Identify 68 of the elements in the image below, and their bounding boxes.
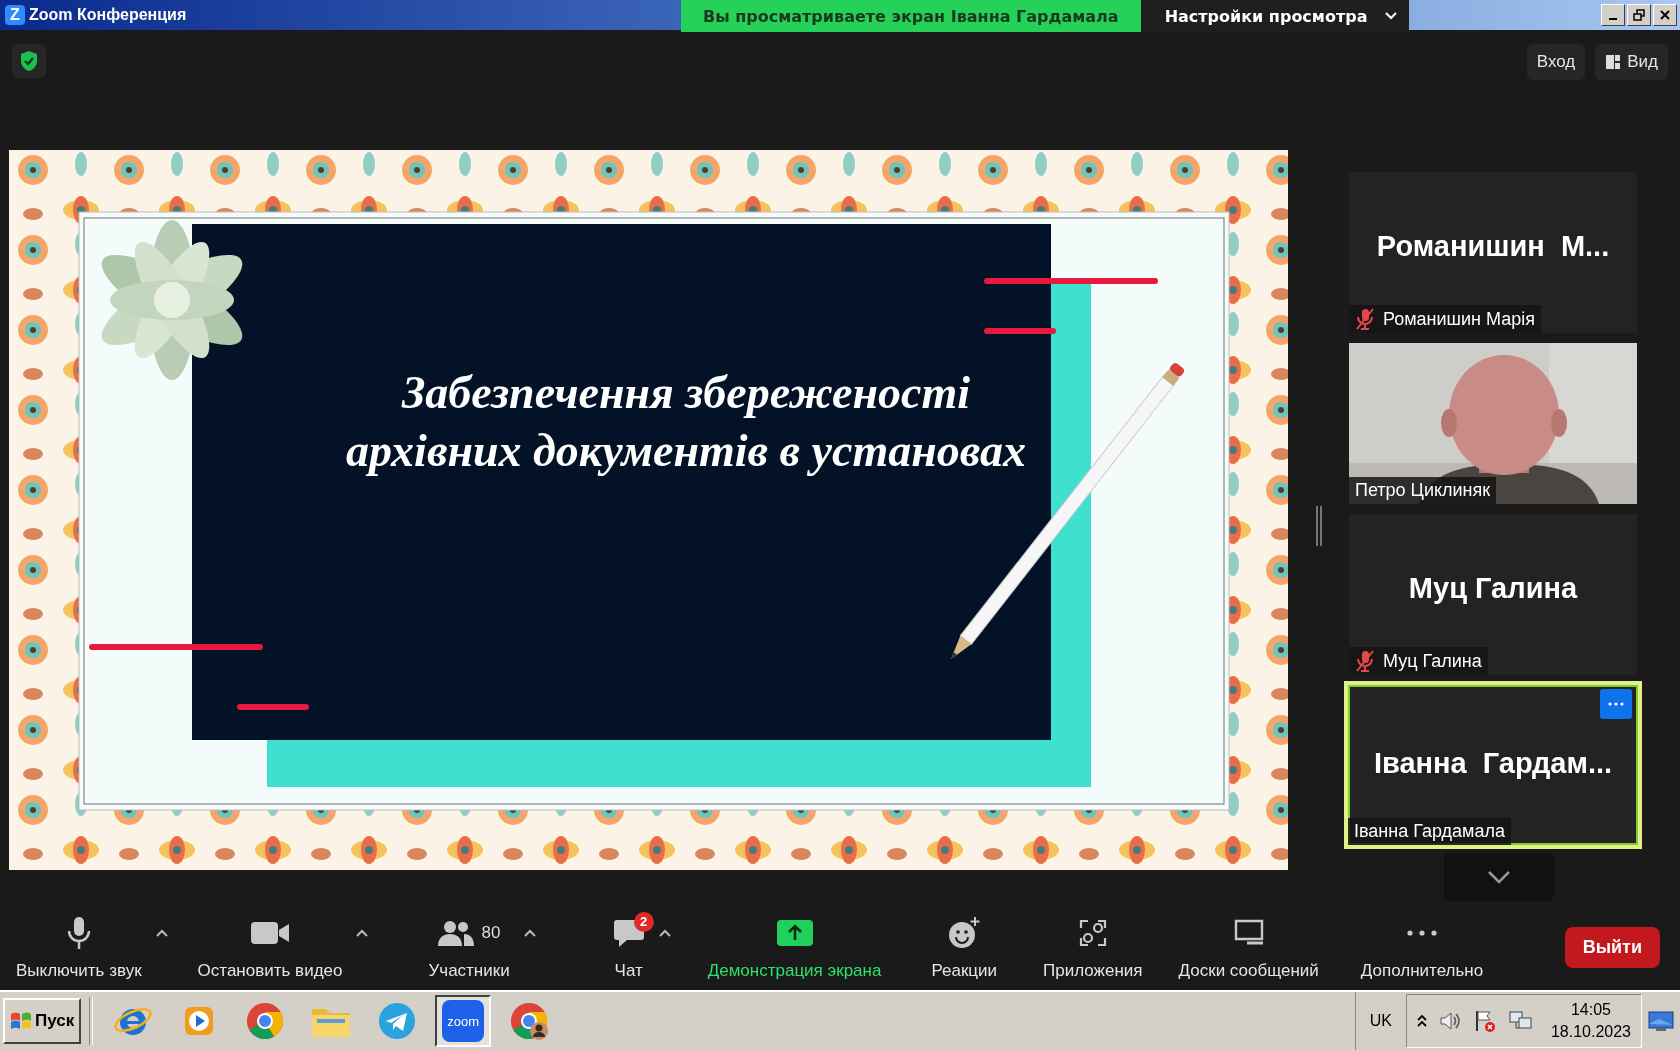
participant-label: Романишин Марія bbox=[1349, 305, 1541, 333]
close-icon bbox=[1659, 9, 1671, 21]
apps-button[interactable]: Приложения bbox=[1037, 910, 1149, 985]
whiteboard-icon bbox=[1232, 918, 1265, 947]
caret-icon bbox=[523, 928, 536, 937]
sign-in-button[interactable]: Вход bbox=[1526, 44, 1586, 80]
start-button[interactable]: Пуск bbox=[3, 998, 82, 1044]
video-camera-icon bbox=[251, 920, 290, 945]
share-banner: Вы просматриваете экран Іванна Гардамала bbox=[681, 0, 1141, 32]
window-title: Zoom Конференция bbox=[29, 6, 187, 24]
network-icon[interactable] bbox=[1508, 1010, 1533, 1032]
paper-plane-icon bbox=[377, 1001, 418, 1041]
app-logo: Z bbox=[5, 5, 25, 25]
caret-icon bbox=[356, 928, 369, 937]
caret-icon bbox=[1385, 12, 1398, 20]
clock-date: 18.10.2023 bbox=[1550, 1022, 1631, 1042]
microphone-icon bbox=[66, 915, 91, 950]
more-button[interactable]: Дополнительно bbox=[1354, 910, 1490, 985]
chrome-icon bbox=[509, 1001, 550, 1041]
restore-icon bbox=[1633, 9, 1645, 21]
participant-tile[interactable]: Муц Галина Муц Галина bbox=[1349, 514, 1637, 675]
more-icon bbox=[1407, 929, 1437, 936]
language-indicator[interactable]: UK bbox=[1354, 992, 1406, 1050]
participants-icon bbox=[437, 919, 474, 946]
caret-icon bbox=[658, 928, 671, 937]
taskbar-app-button[interactable]: zoom bbox=[435, 995, 492, 1047]
participant-label: Муц Галина bbox=[1349, 647, 1488, 675]
participant-label: Петро Циклиняк bbox=[1349, 477, 1497, 504]
minimize-button[interactable] bbox=[1601, 4, 1625, 26]
slide-title: Забезпечення збереженості архівних документів в установах bbox=[346, 367, 1026, 476]
zoom-app-icon: zoom bbox=[442, 1000, 485, 1042]
security-shield-icon[interactable] bbox=[12, 44, 46, 78]
speaker-icon[interactable] bbox=[1438, 1010, 1461, 1032]
chevron-down-icon bbox=[1487, 870, 1511, 884]
more-icon bbox=[1608, 702, 1624, 706]
minimize-icon bbox=[1609, 18, 1617, 20]
share-button[interactable]: Демонстрация экрана bbox=[701, 910, 888, 985]
participant-name: Іванна Гардам... bbox=[1372, 747, 1614, 780]
resize-handle[interactable] bbox=[1315, 505, 1322, 546]
caret-icon bbox=[155, 928, 168, 937]
mic-button[interactable]: Выключить звук bbox=[10, 910, 148, 985]
double-chevron-icon[interactable] bbox=[1416, 1014, 1427, 1028]
restore-button[interactable] bbox=[1627, 4, 1651, 26]
share-screen-icon bbox=[776, 919, 813, 946]
participant-tile[interactable]: Романишин М... Романишин Марія bbox=[1349, 172, 1637, 333]
windows-logo-icon bbox=[10, 1011, 32, 1031]
apps-icon bbox=[1078, 918, 1107, 947]
clock-time: 14:05 bbox=[1570, 1000, 1611, 1020]
people-button[interactable]: 80 Участники bbox=[422, 910, 516, 985]
participant-tile[interactable]: Петро Циклиняк bbox=[1349, 343, 1637, 504]
participant-name: Романишин М... bbox=[1375, 230, 1611, 263]
chat-button[interactable]: 2 Чат bbox=[606, 910, 651, 985]
participant-tile[interactable]: Іванна Гардам... Іванна Гардамала bbox=[1344, 681, 1642, 849]
reactions-button[interactable]: Реакции bbox=[925, 910, 1004, 985]
participant-count: 80 bbox=[481, 922, 501, 943]
chrome-icon bbox=[245, 1001, 286, 1041]
whiteboard-button[interactable]: Доски сообщений bbox=[1172, 910, 1325, 985]
participant-name: Муц Галина bbox=[1407, 572, 1579, 605]
smiley-icon bbox=[948, 916, 981, 949]
show-desktop-icon[interactable] bbox=[1648, 1009, 1674, 1033]
participant-label: Іванна Гардамала bbox=[1348, 818, 1512, 845]
view-settings-button[interactable]: Настройки просмотра bbox=[1140, 0, 1410, 32]
unread-badge: 2 bbox=[633, 911, 654, 932]
camera-button[interactable]: Остановить видео bbox=[191, 910, 349, 985]
leave-button[interactable]: Выйти bbox=[1564, 927, 1660, 968]
view-button[interactable]: Вид bbox=[1595, 44, 1668, 80]
layout-icon bbox=[1605, 54, 1622, 70]
close-button[interactable] bbox=[1653, 4, 1677, 26]
